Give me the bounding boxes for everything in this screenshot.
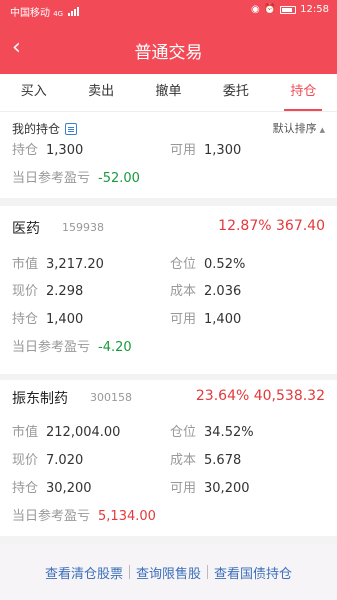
view-cleared-stocks-link[interactable]: 查看清仓股票 bbox=[39, 563, 129, 582]
day-pl-row: 当日参考盈亏 -4.20 bbox=[12, 340, 132, 355]
weight-row: 仓位 0.52% bbox=[170, 257, 246, 272]
alarm-icon: ⏰ bbox=[263, 4, 277, 15]
position-pl: 12.87% 367.40 bbox=[218, 218, 325, 234]
stock-code: 300158 bbox=[90, 391, 132, 404]
footer-links: 查看清仓股票 查询限售股 查看国债持仓 bbox=[0, 544, 337, 600]
trade-tabs: 买入 卖出 撤单 委托 持仓 bbox=[0, 74, 337, 112]
holdings-summary: 我的持仓 默认排序 ▲ 持仓 1,300 可用 1,300 当日参考盈亏 -52.00 bbox=[0, 112, 337, 198]
position-header: 医药 159938 12.87% 367.40 bbox=[12, 218, 325, 238]
position-card[interactable]: 医药 159938 12.87% 367.40 市值 3,217.20 仓位 0.5… bbox=[0, 206, 337, 374]
view-bond-holdings-link[interactable]: 查看国债持仓 bbox=[208, 563, 298, 582]
market-value-row: 市值 212,004.00 bbox=[12, 425, 121, 440]
page-title: 普通交易 bbox=[134, 43, 203, 63]
stock-name: 医药 bbox=[12, 221, 40, 237]
price-row: 现价 2.298 bbox=[12, 284, 84, 299]
avail-row: 可用 30,200 bbox=[170, 481, 250, 496]
status-right: ◉ ⏰ 12:58 bbox=[251, 4, 329, 15]
summary-avail-row: 可用 1,300 bbox=[170, 143, 242, 158]
document-icon[interactable] bbox=[65, 122, 78, 135]
position-card[interactable]: 振东制药 300158 23.64% 40,538.32 市值 212,004.0… bbox=[0, 380, 337, 536]
query-restricted-stocks-link[interactable]: 查询限售股 bbox=[130, 563, 207, 582]
tab-positions[interactable]: 持仓 bbox=[270, 74, 337, 111]
battery-icon bbox=[280, 5, 297, 14]
signal-icon bbox=[68, 6, 82, 16]
cost-row: 成本 2.036 bbox=[170, 284, 242, 299]
clock-time: 12:58 bbox=[300, 4, 329, 15]
hold-row: 持仓 1,400 bbox=[12, 312, 84, 327]
hold-row: 持仓 30,200 bbox=[12, 481, 92, 496]
holdings-title: 我的持仓 bbox=[12, 120, 78, 137]
price-row: 现价 7.020 bbox=[12, 453, 84, 468]
cost-row: 成本 5.678 bbox=[170, 453, 242, 468]
caret-up-icon: ▲ bbox=[319, 126, 325, 134]
position-header: 振东制药 300158 23.64% 40,538.32 bbox=[12, 388, 325, 408]
tab-cancel[interactable]: 撤单 bbox=[135, 74, 202, 111]
tab-sell[interactable]: 卖出 bbox=[67, 74, 134, 111]
tab-orders[interactable]: 委托 bbox=[202, 74, 269, 111]
sort-dropdown[interactable]: 默认排序 ▲ bbox=[273, 120, 325, 136]
tab-buy[interactable]: 买入 bbox=[0, 74, 67, 111]
carrier-label: 中国移动 4G bbox=[10, 4, 82, 19]
avail-row: 可用 1,400 bbox=[170, 312, 242, 327]
weight-row: 仓位 34.52% bbox=[170, 425, 254, 440]
summary-hold-row: 持仓 1,300 bbox=[12, 143, 84, 158]
stock-code: 159938 bbox=[62, 221, 104, 234]
summary-pl-row: 当日参考盈亏 -52.00 bbox=[12, 171, 140, 186]
network-type: 4G bbox=[53, 10, 64, 18]
market-value-row: 市值 3,217.20 bbox=[12, 257, 104, 272]
position-pl: 23.64% 40,538.32 bbox=[195, 388, 325, 404]
eye-icon: ◉ bbox=[250, 4, 260, 15]
day-pl-row: 当日参考盈亏 5,134.00 bbox=[12, 509, 156, 524]
stock-name: 振东制药 bbox=[12, 391, 68, 407]
nav-bar: ‹ 普通交易 bbox=[0, 22, 337, 74]
status-bar: 中国移动 4G ◉ ⏰ 12:58 bbox=[0, 0, 337, 22]
